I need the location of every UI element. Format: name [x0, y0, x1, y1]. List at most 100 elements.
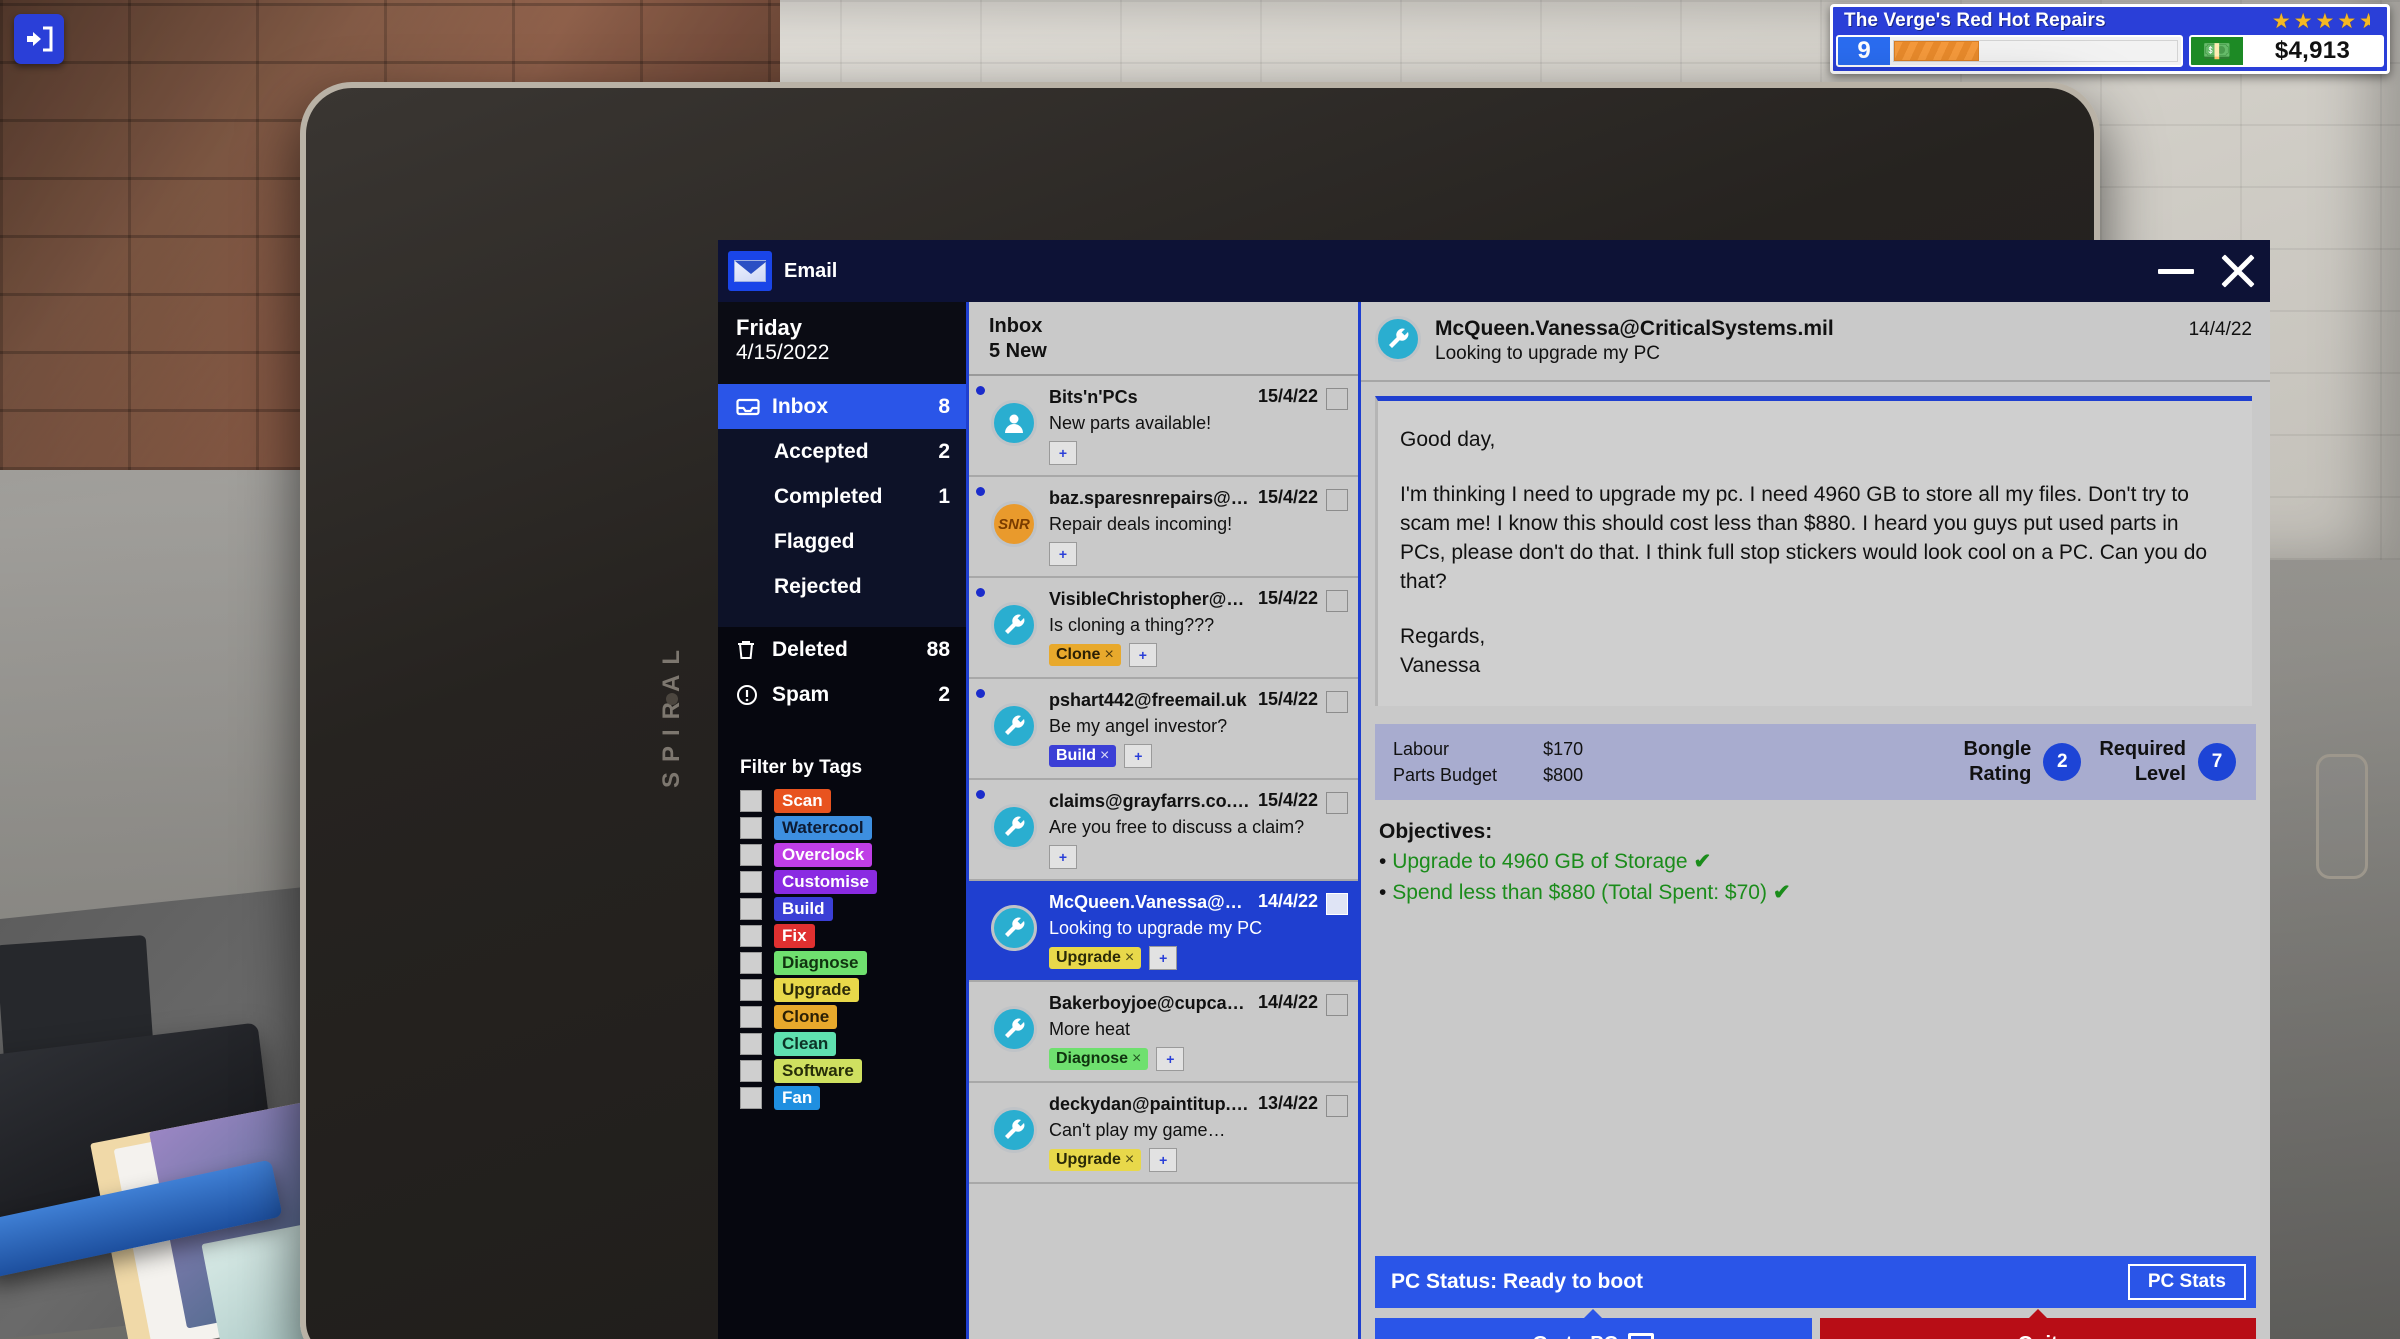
reader-header: McQueen.Vanessa@CriticalSystems.mil Look… — [1361, 302, 2270, 382]
remove-tag-icon[interactable]: × — [1125, 949, 1134, 966]
add-tag-button[interactable]: + — [1156, 1047, 1185, 1071]
unread-dot-icon — [976, 790, 985, 799]
email-select-checkbox[interactable] — [1326, 792, 1348, 814]
email-tag-chip[interactable]: Upgrade × — [1049, 947, 1142, 969]
email-list-item[interactable]: McQueen.Vanessa@CriticalS…14/4/22 Looking… — [969, 881, 1358, 982]
tag-filter-checkbox[interactable] — [740, 952, 762, 974]
tag-filter-row[interactable]: Fix — [740, 924, 966, 948]
tag-filter-row[interactable]: Scan — [740, 789, 966, 813]
tag-filter-row[interactable]: Watercool — [740, 816, 966, 840]
tag-filter-checkbox[interactable] — [740, 871, 762, 893]
email-tag-chip[interactable]: Upgrade × — [1049, 1149, 1142, 1171]
tag-filter-checkbox[interactable] — [740, 817, 762, 839]
tag-chip: Diagnose — [774, 951, 867, 975]
email-select-checkbox[interactable] — [1326, 489, 1348, 511]
sidebar-item-spam[interactable]: Spam 2 — [718, 672, 966, 717]
add-tag-button[interactable]: + — [1049, 542, 1077, 566]
email-list-item[interactable]: claims@grayfarrs.co.uk 15/4/22 Are you fre… — [969, 780, 1358, 881]
tag-filter-checkbox[interactable] — [740, 898, 762, 920]
add-tag-button[interactable]: + — [1049, 441, 1077, 465]
email-tag-chip[interactable]: Diagnose × — [1049, 1048, 1149, 1070]
close-icon[interactable] — [2220, 253, 2256, 289]
reader-body: Good day, I'm thinking I need to upgrade… — [1375, 396, 2252, 706]
email-tag-chip[interactable]: Build × — [1049, 745, 1117, 767]
go-to-pc-button[interactable]: Go to PC — [1375, 1309, 1812, 1339]
tag-filter-row[interactable]: Upgrade — [740, 978, 966, 1002]
tag-filter-row[interactable]: Customise — [740, 870, 966, 894]
tag-filter-row[interactable]: Clone — [740, 1005, 966, 1029]
sidebar-item-deleted[interactable]: Deleted 88 — [718, 627, 966, 672]
remove-tag-icon[interactable]: × — [1125, 1151, 1134, 1168]
add-tag-button[interactable]: + — [1049, 845, 1077, 869]
bullet-icon: • — [1379, 850, 1393, 873]
exit-button[interactable] — [14, 14, 64, 64]
tag-chip: Build — [774, 897, 833, 921]
email-select-checkbox[interactable] — [1326, 893, 1348, 915]
remove-tag-icon[interactable]: × — [1100, 747, 1109, 764]
date-weekday: Friday — [736, 315, 803, 340]
tag-filter-checkbox[interactable] — [740, 1087, 762, 1109]
sidebar-item-rejected[interactable]: Rejected — [718, 564, 966, 609]
money-amount: $4,913 — [2243, 37, 2382, 65]
tag-filter-checkbox[interactable] — [740, 925, 762, 947]
email-list-item[interactable]: Bakerboyjoe@cupcakesupre…14/4/22 More hea… — [969, 982, 1358, 1083]
inbox-icon — [736, 397, 762, 417]
add-tag-button[interactable]: + — [1149, 1148, 1178, 1172]
tag-filter-row[interactable]: Diagnose — [740, 951, 966, 975]
tag-filter-row[interactable]: Overclock — [740, 843, 966, 867]
tag-filter-row[interactable]: Build — [740, 897, 966, 921]
sidebar-item-count: 2 — [938, 439, 950, 463]
email-sender: Bits'n'PCs — [1049, 387, 1138, 407]
list-header-title: Inbox — [989, 315, 1043, 337]
email-item-content: VisibleChristopher@Christop…15/4/22 Is cl… — [1049, 588, 1348, 667]
tag-chip: Watercool — [774, 816, 872, 840]
tablet-side-button[interactable] — [2316, 754, 2368, 879]
sidebar-item-inbox[interactable]: Inbox 8 — [718, 384, 966, 429]
tag-filter-row[interactable]: Software — [740, 1059, 966, 1083]
wrench-icon — [991, 1006, 1037, 1052]
add-tag-button[interactable]: + — [1128, 643, 1157, 667]
tag-filter-checkbox[interactable] — [740, 790, 762, 812]
tag-filter-checkbox[interactable] — [740, 844, 762, 866]
money-icon: 💵 — [2191, 37, 2243, 65]
tag-filter-checkbox[interactable] — [740, 1060, 762, 1082]
email-select-checkbox[interactable] — [1326, 994, 1348, 1016]
email-list-item[interactable]: Bits'n'PCs 15/4/22 New parts available! + — [969, 376, 1358, 477]
email-item-content: claims@grayfarrs.co.uk 15/4/22 Are you fre… — [1049, 790, 1348, 869]
star-half-icon: ★ — [2359, 8, 2379, 35]
minimize-icon[interactable] — [2158, 268, 2194, 274]
sidebar-item-flagged[interactable]: Flagged — [718, 519, 966, 564]
tag-filter-row[interactable]: Clean — [740, 1032, 966, 1056]
tag-filter-row[interactable]: Fan — [740, 1086, 966, 1110]
objective-text: Upgrade to 4960 GB of Storage — [1392, 850, 1688, 873]
email-list-item[interactable]: SNR baz.sparesnrepairs@superm…15/4/22 Repa… — [969, 477, 1358, 578]
email-select-checkbox[interactable] — [1326, 691, 1348, 713]
pc-stats-button[interactable]: PC Stats — [2127, 1264, 2246, 1300]
email-select-checkbox[interactable] — [1326, 1095, 1348, 1117]
email-sender: baz.sparesnrepairs@superm… — [1049, 488, 1252, 508]
email-reader-panel: McQueen.Vanessa@CriticalSystems.mil Look… — [1358, 302, 2270, 1339]
email-list-item[interactable]: VisibleChristopher@Christop…15/4/22 Is cl… — [969, 578, 1358, 679]
email-subject: Repair deals incoming! — [1049, 514, 1233, 534]
tag-chip: Customise — [774, 870, 877, 894]
quit-button[interactable]: Quit — [1819, 1309, 2256, 1339]
remove-tag-icon[interactable]: × — [1132, 1050, 1141, 1067]
email-item-content: Bits'n'PCs 15/4/22 New parts available! + — [1049, 386, 1348, 465]
sidebar-item-accepted[interactable]: Accepted 2 — [718, 429, 966, 474]
email-list-item[interactable]: deckydan@paintitup.com 13/4/22 Can't play … — [969, 1083, 1358, 1184]
sidebar-item-completed[interactable]: Completed 1 — [718, 474, 966, 519]
tag-filter-checkbox[interactable] — [740, 979, 762, 1001]
parts-budget-value: $800 — [1543, 765, 1584, 785]
wrench-icon — [991, 1107, 1037, 1153]
add-tag-button[interactable]: + — [1149, 946, 1178, 970]
email-tag-chip[interactable]: Clone × — [1049, 644, 1121, 666]
remove-tag-icon[interactable]: × — [1104, 646, 1113, 663]
email-list-item[interactable]: pshart442@freemail.uk 15/4/22 Be my angel … — [969, 679, 1358, 780]
tag-filter-checkbox[interactable] — [740, 1006, 762, 1028]
email-select-checkbox[interactable] — [1326, 590, 1348, 612]
add-tag-button[interactable]: + — [1124, 744, 1153, 768]
email-date: 15/4/22 — [1257, 386, 1318, 406]
email-tag-row: Upgrade × + — [1049, 1148, 1348, 1172]
email-select-checkbox[interactable] — [1326, 388, 1348, 410]
tag-filter-checkbox[interactable] — [740, 1033, 762, 1055]
